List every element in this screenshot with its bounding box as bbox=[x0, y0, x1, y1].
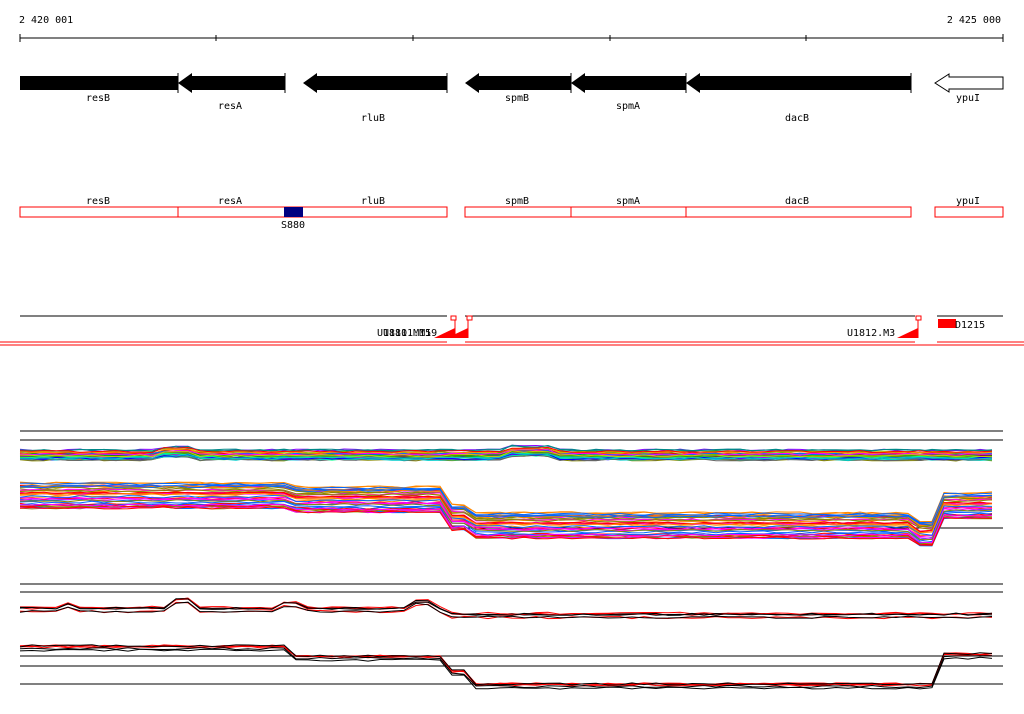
gene-label-resB: resB bbox=[86, 93, 110, 104]
profile-band-middle bbox=[19, 481, 993, 547]
s880-feature-block[interactable] bbox=[284, 207, 303, 217]
gene-label-dacB: dacB bbox=[785, 113, 809, 124]
transcript-track: resB resA rluB spmB spmA dacB ypuI S880 bbox=[19, 196, 1004, 231]
gene-arrow-resB[interactable] bbox=[20, 76, 178, 90]
ruler-end-label: 2 425 000 bbox=[947, 15, 1001, 26]
transcript-label-rluB: rluB bbox=[361, 196, 385, 207]
transcript-label-resB: resB bbox=[86, 196, 110, 207]
transcript-box-ypuI[interactable] bbox=[934, 206, 1004, 218]
transcript-box-spmB[interactable] bbox=[464, 206, 572, 218]
profile-band-top bbox=[19, 444, 993, 462]
gene-label-resA: resA bbox=[218, 101, 242, 112]
expression-profiles bbox=[19, 430, 1003, 690]
coordinate-ruler: 2 420 001 2 425 000 bbox=[19, 15, 1004, 42]
upshift-label-right: U1812.M3 bbox=[847, 328, 895, 339]
transcript-label-spmB: spmB bbox=[505, 196, 529, 207]
profile-band-lower-2 bbox=[19, 644, 993, 690]
gene-arrow-resA[interactable] bbox=[178, 73, 285, 93]
transcript-box-resA[interactable] bbox=[177, 206, 286, 218]
transcript-box-resB[interactable] bbox=[19, 206, 179, 218]
gene-arrow-spmA[interactable] bbox=[571, 73, 686, 93]
transcript-box-rluB[interactable] bbox=[284, 206, 448, 218]
transcript-label-spmA: spmA bbox=[616, 196, 640, 207]
upshift-label-far-right: D1215 bbox=[955, 320, 985, 331]
marker-triangle-right[interactable] bbox=[897, 328, 918, 338]
gene-arrow-dacB[interactable] bbox=[686, 73, 911, 93]
transcript-label-resA: resA bbox=[218, 196, 242, 207]
gene-label-spmA: spmA bbox=[616, 101, 640, 112]
upshift-label-left: U1811.M19 bbox=[383, 328, 437, 339]
gene-label-rluB: rluB bbox=[361, 113, 385, 124]
profile-band-lower-1 bbox=[19, 597, 993, 620]
gene-arrow-rluB[interactable] bbox=[303, 73, 447, 93]
shift-marker-track: U1810.M15 U1811.M19 U1812.M3 D1215 bbox=[0, 310, 1024, 346]
genome-browser-view: 2 420 001 2 425 000 resB resA rluB spmB … bbox=[0, 15, 1024, 690]
transcript-box-dacB[interactable] bbox=[685, 206, 912, 218]
transcript-label-ypuI: ypuI bbox=[956, 196, 980, 207]
gene-track: resB resA rluB spmB spmA dacB ypuI bbox=[20, 73, 1004, 124]
s880-label: S880 bbox=[281, 220, 305, 231]
transcript-box-spmA[interactable] bbox=[570, 206, 687, 218]
gene-arrow-spmB[interactable] bbox=[465, 73, 571, 93]
transcript-label-dacB: dacB bbox=[785, 196, 809, 207]
marker-block-far-right[interactable] bbox=[938, 319, 956, 328]
gene-label-ypuI: ypuI bbox=[956, 93, 980, 104]
gene-arrow-ypuI[interactable] bbox=[934, 73, 1004, 93]
ruler-start-label: 2 420 001 bbox=[19, 15, 73, 26]
gene-label-spmB: spmB bbox=[505, 93, 529, 104]
